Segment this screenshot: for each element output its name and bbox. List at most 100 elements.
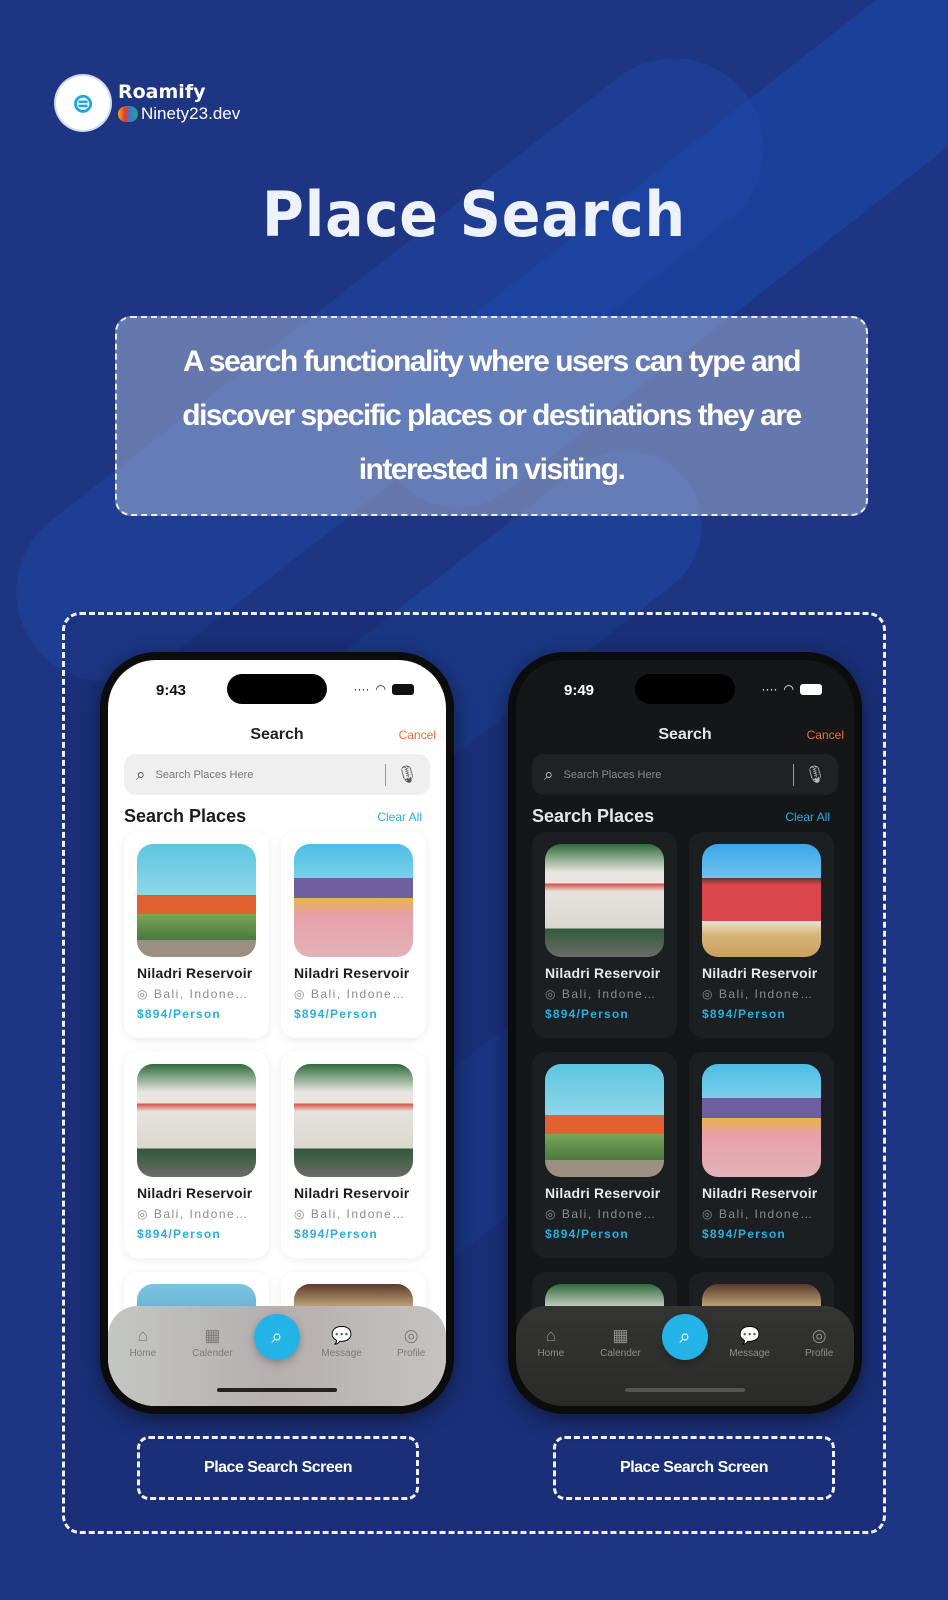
place-location: Bali, Indone… bbox=[310, 1207, 406, 1221]
place-location: Bali, Indone… bbox=[153, 987, 249, 1001]
search-input[interactable]: ⌕ Search Places Here 🎙 bbox=[124, 754, 430, 795]
tab-calendar[interactable]: ▦ Calender bbox=[592, 1326, 648, 1359]
search-placeholder: Search Places Here bbox=[563, 768, 662, 781]
place-card[interactable]: Niladri Reservoir ◎ Bali, Indone… $894/P… bbox=[532, 1052, 677, 1258]
microphone-icon[interactable]: 🎙 bbox=[804, 765, 826, 785]
search-icon: ⌕ bbox=[679, 1325, 691, 1348]
place-price: $894/Person bbox=[702, 1227, 786, 1241]
caption-light: Place Search Screen bbox=[137, 1436, 419, 1500]
description-text: A search functionality where users can t… bbox=[182, 345, 802, 486]
place-card[interactable]: Niladri Reservoir ◎ Bali, Indone… $894/P… bbox=[281, 832, 426, 1038]
calendar-icon: ▦ bbox=[204, 1326, 221, 1345]
place-price: $894/Person bbox=[702, 1007, 786, 1021]
description-box: A search functionality where users can t… bbox=[115, 316, 868, 516]
place-card[interactable]: Niladri Reservoir ◎ Bali, Indone… $894/P… bbox=[124, 832, 269, 1038]
dynamic-island bbox=[227, 674, 327, 704]
place-price: $894/Person bbox=[545, 1007, 629, 1021]
divider bbox=[793, 763, 795, 786]
phone-screen: 9:43 ···· ◠ Search Cancel ⌕ Search Places… bbox=[108, 660, 446, 1406]
place-price: $894/Person bbox=[294, 1007, 378, 1021]
wifi-icon: ◠ bbox=[375, 682, 386, 696]
tab-label: Message bbox=[729, 1348, 770, 1359]
search-fab-button[interactable]: ⌕ bbox=[253, 1314, 300, 1360]
signal-icon: ···· bbox=[353, 682, 370, 696]
location-pin-icon: ◎ bbox=[294, 987, 306, 1001]
place-card[interactable]: Niladri Reservoir ◎ Bali, Indone… $894/P… bbox=[281, 1052, 426, 1258]
place-location: Bali, Indone… bbox=[561, 1207, 657, 1221]
section-title: Search Places bbox=[532, 806, 655, 826]
tab-message[interactable]: 💬 Message bbox=[314, 1326, 370, 1359]
search-icon: ⌕ bbox=[544, 764, 554, 784]
place-image bbox=[545, 844, 664, 957]
cancel-button[interactable]: Cancel bbox=[399, 728, 436, 742]
tab-label: Calender bbox=[192, 1348, 233, 1359]
search-icon: ⌕ bbox=[136, 764, 146, 784]
location-pin-icon: ◎ bbox=[137, 987, 149, 1001]
location-pin-icon: ◎ bbox=[702, 987, 714, 1001]
cancel-button[interactable]: Cancel bbox=[807, 728, 844, 742]
place-image bbox=[137, 844, 256, 957]
section-title: Search Places bbox=[124, 806, 247, 826]
clear-all-button[interactable]: Clear All bbox=[377, 810, 422, 824]
place-location: Bali, Indone… bbox=[718, 987, 814, 1001]
dynamic-island bbox=[635, 674, 735, 704]
tab-profile[interactable]: ◎ Profile bbox=[383, 1326, 439, 1359]
tab-profile[interactable]: ◎ Profile bbox=[791, 1326, 847, 1359]
location-pin-icon: ◎ bbox=[545, 1207, 557, 1221]
search-fab-button[interactable]: ⌕ bbox=[661, 1314, 708, 1360]
message-icon: 💬 bbox=[330, 1326, 353, 1345]
home-indicator bbox=[217, 1388, 337, 1392]
profile-icon: ◎ bbox=[811, 1326, 827, 1345]
brand: ⊜ Roamify Ninety23.dev bbox=[56, 76, 240, 130]
tab-message[interactable]: 💬 Message bbox=[722, 1326, 778, 1359]
place-card[interactable]: Niladri Reservoir ◎ Bali, Indone… $894/P… bbox=[689, 832, 834, 1038]
globe-icon: ⊜ bbox=[56, 76, 110, 130]
calendar-icon: ▦ bbox=[612, 1326, 629, 1345]
place-price: $894/Person bbox=[294, 1227, 378, 1241]
wifi-icon: ◠ bbox=[783, 682, 794, 696]
battery-icon bbox=[392, 683, 414, 695]
screen-header: Search bbox=[658, 726, 712, 743]
status-icons: ···· ◠ bbox=[354, 682, 414, 696]
tab-label: Home bbox=[129, 1348, 157, 1359]
place-name: Niladri Reservoir bbox=[294, 1185, 410, 1201]
battery-icon bbox=[800, 683, 822, 695]
phone-screen: 9:49 ···· ◠ Search Cancel ⌕ Search Places… bbox=[516, 660, 854, 1406]
tab-calendar[interactable]: ▦ Calender bbox=[184, 1326, 240, 1359]
place-price: $894/Person bbox=[137, 1227, 221, 1241]
tab-label: Calender bbox=[600, 1348, 641, 1359]
place-name: Niladri Reservoir bbox=[294, 965, 410, 981]
caption-dark: Place Search Screen bbox=[553, 1436, 835, 1500]
place-name: Niladri Reservoir bbox=[702, 965, 818, 981]
place-name: Niladri Reservoir bbox=[545, 1185, 661, 1201]
profile-icon: ◎ bbox=[403, 1326, 419, 1345]
place-image bbox=[137, 1064, 256, 1177]
status-icons: ···· ◠ bbox=[762, 682, 822, 696]
home-icon: ⌂ bbox=[545, 1326, 556, 1345]
signal-icon: ···· bbox=[761, 682, 778, 696]
home-indicator bbox=[625, 1388, 745, 1392]
place-card[interactable]: Niladri Reservoir ◎ Bali, Indone… $894/P… bbox=[689, 1052, 834, 1258]
page-title: Place Search bbox=[261, 178, 687, 251]
divider bbox=[385, 763, 387, 786]
microphone-icon[interactable]: 🎙 bbox=[396, 765, 418, 785]
place-location: Bali, Indone… bbox=[561, 987, 657, 1001]
place-card[interactable]: Niladri Reservoir ◎ Bali, Indone… $894/P… bbox=[532, 832, 677, 1038]
place-image bbox=[702, 844, 821, 957]
search-icon: ⌕ bbox=[271, 1325, 283, 1348]
place-image bbox=[294, 1064, 413, 1177]
status-time: 9:43 bbox=[156, 682, 187, 699]
place-location: Bali, Indone… bbox=[153, 1207, 249, 1221]
search-input[interactable]: ⌕ Search Places Here 🎙 bbox=[532, 754, 838, 795]
clear-all-button[interactable]: Clear All bbox=[785, 810, 830, 824]
place-location: Bali, Indone… bbox=[718, 1207, 814, 1221]
place-name: Niladri Reservoir bbox=[545, 965, 661, 981]
location-pin-icon: ◎ bbox=[545, 987, 557, 1001]
place-price: $894/Person bbox=[137, 1007, 221, 1021]
phone-light: 9:43 ···· ◠ Search Cancel ⌕ Search Places… bbox=[100, 652, 454, 1414]
tab-label: Profile bbox=[396, 1348, 426, 1359]
place-card[interactable]: Niladri Reservoir ◎ Bali, Indone… $894/P… bbox=[124, 1052, 269, 1258]
place-location: Bali, Indone… bbox=[310, 987, 406, 1001]
tab-home[interactable]: ⌂ Home bbox=[523, 1326, 579, 1359]
tab-home[interactable]: ⌂ Home bbox=[115, 1326, 171, 1359]
